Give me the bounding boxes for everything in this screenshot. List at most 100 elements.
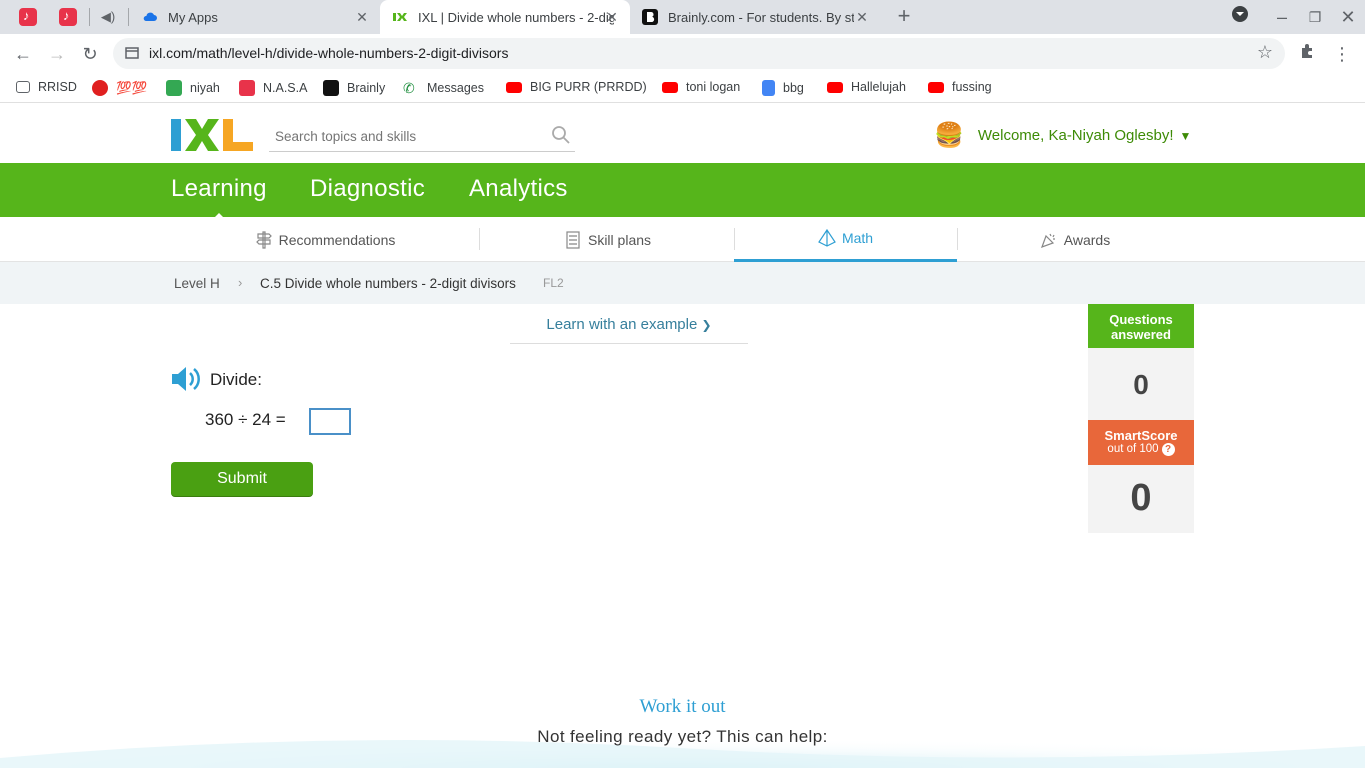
nav-diagnostic[interactable]: Diagnostic: [310, 175, 425, 203]
subnav-awards[interactable]: Awards: [1030, 217, 1120, 262]
sub-nav: Recommendations Skill plans Math Awards: [0, 217, 1365, 262]
google-docs-icon: [762, 80, 775, 96]
youtube-music-icon: [92, 80, 108, 96]
burger-avatar-icon: 🍔: [934, 122, 964, 149]
apple-music-icon: [239, 80, 255, 96]
close-window-icon[interactable]: ✕: [1336, 5, 1360, 29]
help-icon[interactable]: ?: [1161, 443, 1175, 456]
chevron-right-icon: ›: [238, 275, 243, 290]
apple-music-tab-icon[interactable]: [19, 8, 37, 26]
bookmark-rrisd[interactable]: RRISD: [16, 80, 77, 94]
nav-learning[interactable]: Learning: [171, 175, 267, 221]
cloud-icon: [143, 12, 157, 21]
bookmark-hallelujah[interactable]: Hallelujah: [827, 80, 906, 94]
not-ready-text: Not feeling ready yet? This can help:: [537, 727, 828, 746]
work-it-out-heading: Work it out: [639, 696, 726, 717]
bookmark-label: 💯💯: [116, 80, 148, 95]
subnav-math[interactable]: Math: [734, 217, 957, 262]
welcome-text: Welcome, Ka-Niyah Oglesby!: [977, 127, 1174, 144]
skill-code: FL2: [543, 276, 564, 290]
nav-analytics[interactable]: Analytics: [469, 175, 568, 203]
youtube-icon: [662, 81, 678, 93]
bookmark-label: Hallelujah: [851, 80, 906, 94]
chevron-down-icon: ❯: [701, 318, 712, 332]
bookmark-fussing[interactable]: fussing: [928, 80, 992, 94]
search-box: [269, 122, 575, 152]
search-icon[interactable]: [551, 125, 571, 145]
tab-separator: [89, 8, 90, 26]
bookmarks-bar: RRISD 💯💯 niyah N.A.S.A Brainly ✆ Messages…: [0, 73, 1365, 103]
close-tab-icon[interactable]: ✕: [604, 9, 620, 26]
subnav-skill-plans[interactable]: Skill plans: [540, 217, 675, 262]
minimize-icon[interactable]: –: [1270, 5, 1294, 29]
user-menu[interactable]: 🍔 Welcome, Ka-Niyah Oglesby! ▼: [934, 121, 1191, 150]
subnav-recommendations[interactable]: Recommendations: [250, 217, 400, 262]
restore-icon[interactable]: ❐: [1303, 5, 1327, 29]
bookmark-label: niyah: [190, 81, 220, 95]
signpost-icon: [255, 230, 272, 249]
bookmark-label: N.A.S.A: [263, 81, 308, 95]
tab-separator: [128, 8, 129, 26]
speaker-audio-icon[interactable]: [171, 366, 201, 392]
bookmark-100[interactable]: 💯💯: [92, 80, 147, 96]
submit-button[interactable]: Submit: [171, 462, 313, 496]
smartscore-value: 0: [1088, 465, 1194, 533]
answer-input[interactable]: [309, 408, 351, 435]
subnav-label: Skill plans: [587, 231, 652, 248]
address-bar[interactable]: ixl.com/math/level-h/divide-whole-number…: [113, 38, 1285, 69]
bookmark-label: Brainly: [347, 81, 386, 95]
bookmark-big-purr[interactable]: BIG PURR (PRRDD): [506, 80, 647, 94]
bookmark-bbg[interactable]: bbg: [762, 80, 804, 96]
tab-title: My Apps: [168, 9, 218, 25]
bookmark-star-icon[interactable]: ☆: [1257, 42, 1273, 63]
bookmark-messages[interactable]: ✆ Messages: [403, 80, 484, 96]
youtube-icon: [928, 81, 944, 93]
close-tab-icon[interactable]: ✕: [854, 9, 870, 26]
subnav-separator: [479, 228, 480, 250]
extensions-icon[interactable]: [1296, 42, 1320, 66]
tab-search-icon[interactable]: [1228, 5, 1252, 29]
tab-my-apps[interactable]: My Apps ✕: [130, 0, 380, 34]
smartscore-label: SmartScore: [1104, 428, 1178, 443]
speaker-mute-icon[interactable]: ◀︎): [96, 5, 120, 29]
browser-tab-strip: ◀︎) My Apps ✕ IXL | Divide whole numbers…: [0, 0, 1365, 34]
bookmark-toni-logan[interactable]: toni logan: [662, 80, 740, 94]
bookmark-label: BIG PURR (PRRDD): [530, 80, 647, 94]
ixl-logo[interactable]: [171, 119, 253, 151]
breadcrumb: Level H › C.5 Divide whole numbers - 2-d…: [0, 262, 1365, 304]
new-tab-icon[interactable]: +: [892, 4, 916, 28]
learn-with-example-toggle[interactable]: Learn with an example ❯: [510, 304, 748, 344]
caret-down-icon: ▼: [1179, 128, 1192, 143]
equation-text: 360 ÷ 24 =: [205, 410, 286, 429]
subnav-separator: [957, 228, 958, 250]
forward-icon[interactable]: →: [45, 42, 69, 66]
menu-icon[interactable]: ⋮: [1330, 42, 1354, 66]
tab-title: Brainly.com - For students. By students.: [668, 9, 854, 25]
tab-brainly[interactable]: Brainly.com - For students. By students.…: [630, 0, 880, 34]
apple-music-tab-icon[interactable]: [59, 8, 77, 26]
google-meet-icon: [166, 80, 182, 96]
bookmark-label: Messages: [427, 81, 484, 95]
questions-answered-count: 0: [1088, 348, 1194, 420]
tab-title: IXL | Divide whole numbers - 2-digit div…: [418, 9, 614, 25]
back-icon[interactable]: ←: [11, 42, 35, 66]
ixl-favicon-icon: [392, 9, 408, 25]
bookmark-label: fussing: [952, 80, 992, 94]
site-info-icon[interactable]: [125, 46, 139, 60]
bookmark-nasa[interactable]: N.A.S.A: [239, 80, 307, 96]
browser-toolbar: ← → ↻ ixl.com/math/level-h/divide-whole-…: [0, 34, 1365, 73]
youtube-icon: [506, 81, 522, 93]
close-tab-icon[interactable]: ✕: [354, 9, 370, 26]
reload-icon[interactable]: ↻: [78, 42, 102, 66]
breadcrumb-skill: C.5 Divide whole numbers - 2-digit divis…: [260, 276, 516, 291]
brainly-icon: [323, 80, 339, 96]
search-input[interactable]: [269, 122, 539, 150]
bookmark-brainly[interactable]: Brainly: [323, 80, 385, 96]
checklist-icon: [566, 230, 580, 249]
brainly-favicon-icon: [642, 9, 658, 25]
party-popper-icon: [1040, 233, 1055, 248]
bookmark-niyah[interactable]: niyah: [166, 80, 220, 96]
url-text[interactable]: ixl.com/math/level-h/divide-whole-number…: [149, 45, 508, 61]
breadcrumb-level[interactable]: Level H: [174, 276, 220, 291]
tab-ixl[interactable]: IXL | Divide whole numbers - 2-digit div…: [380, 0, 630, 34]
